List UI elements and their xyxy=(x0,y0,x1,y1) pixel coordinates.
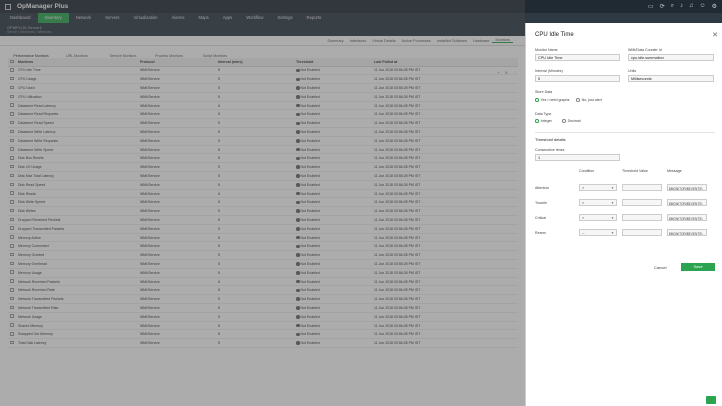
chat-button[interactable] xyxy=(706,396,716,404)
level-label: Critical xyxy=(535,215,546,220)
condition-header: Condition xyxy=(579,169,595,173)
level-label: Rearm xyxy=(535,230,546,235)
settings-icon[interactable]: ⚙ xyxy=(712,3,717,10)
message-field[interactable]: $MONITOR($EVENTS) xyxy=(667,229,707,236)
top-icons: ▭ ⟳ ⌕ ♪ ♫ ☺ ⚙ xyxy=(648,3,717,10)
store-no-option[interactable]: No, just alert xyxy=(576,98,602,102)
decimal-option[interactable]: Decimal xyxy=(562,119,581,123)
save-button[interactable]: Save xyxy=(681,263,715,271)
modal-overlay[interactable] xyxy=(0,0,525,406)
store-no-label: No, just alert xyxy=(581,98,602,102)
condition-select[interactable]: -- ▼ xyxy=(579,229,617,236)
edit-monitor-panel: CPU Idle Time ✕ Monitor Name CPU Idle Ti… xyxy=(525,23,722,406)
interval-label: Interval (Minutes) xyxy=(535,69,563,73)
search-icon[interactable]: ⌕ xyxy=(671,3,674,10)
threshold-value-field[interactable] xyxy=(622,229,662,236)
condition-value: > xyxy=(582,201,585,206)
message-field[interactable]: $MONITOR($EVENTS) xyxy=(667,184,707,191)
refresh-icon[interactable]: ⟳ xyxy=(660,3,665,10)
condition-value: -- xyxy=(582,231,585,236)
level-label: Attention xyxy=(535,185,550,190)
condition-select[interactable]: > ▼ xyxy=(579,184,617,191)
close-icon[interactable]: ✕ xyxy=(712,31,718,39)
integer-label: Integer xyxy=(540,119,552,123)
consecutive-label: Consecutive times xyxy=(535,148,565,152)
chevron-down-icon: ▼ xyxy=(611,201,614,206)
decimal-radio[interactable] xyxy=(562,119,566,123)
condition-value: > xyxy=(582,186,585,191)
wmi-counter-label: WMI/Data Counter Id xyxy=(628,48,662,52)
integer-option[interactable]: Integer xyxy=(535,119,552,123)
chevron-down-icon: ▼ xyxy=(611,231,614,236)
units-label: Units xyxy=(628,69,637,73)
consecutive-field[interactable]: 1 xyxy=(535,154,620,161)
store-data-label: Store Data xyxy=(535,90,553,94)
interval-field[interactable]: 5 xyxy=(535,75,620,82)
store-yes-option[interactable]: Yes I need graphs xyxy=(535,98,569,102)
chevron-down-icon: ▼ xyxy=(611,216,614,221)
message-header: Message xyxy=(667,169,682,173)
store-no-radio[interactable] xyxy=(576,98,580,102)
chevron-down-icon: ▼ xyxy=(611,186,614,191)
threshold-details-title: Threshold details xyxy=(535,137,566,142)
data-type-label: Data Type xyxy=(535,112,552,116)
wmi-counter-field[interactable]: cpu.idle.summation xyxy=(628,54,714,61)
condition-select[interactable]: > ▼ xyxy=(579,214,617,221)
integer-radio[interactable] xyxy=(535,119,539,123)
bell-icon[interactable]: ♫ xyxy=(689,3,694,10)
level-label: Trouble xyxy=(535,200,548,205)
threshold-value-field[interactable] xyxy=(622,184,662,191)
message-field[interactable]: $MONITOR($EVENTS) xyxy=(667,214,707,221)
store-yes-radio[interactable] xyxy=(535,98,539,102)
condition-select[interactable]: > ▼ xyxy=(579,199,617,206)
condition-value: > xyxy=(582,216,585,221)
monitor-icon[interactable]: ▭ xyxy=(648,3,654,10)
panel-title: CPU Idle Time xyxy=(535,32,574,38)
message-field[interactable]: $MONITOR($EVENTS) xyxy=(667,199,707,206)
decimal-label: Decimal xyxy=(567,119,581,123)
cancel-button[interactable]: Cancel xyxy=(654,265,666,270)
threshold-value-field[interactable] xyxy=(622,214,662,221)
notification-icon[interactable]: ♪ xyxy=(680,3,683,10)
store-yes-label: Yes I need graphs xyxy=(540,98,570,102)
divider xyxy=(535,132,715,133)
units-field[interactable]: Milliseconds xyxy=(628,75,714,82)
threshold-value-header: Threshold Value xyxy=(622,169,648,173)
monitor-name-label: Monitor Name xyxy=(535,48,558,52)
monitor-name-field[interactable]: CPU Idle Time xyxy=(535,54,620,61)
user-icon[interactable]: ☺ xyxy=(699,3,705,10)
threshold-value-field[interactable] xyxy=(622,199,662,206)
